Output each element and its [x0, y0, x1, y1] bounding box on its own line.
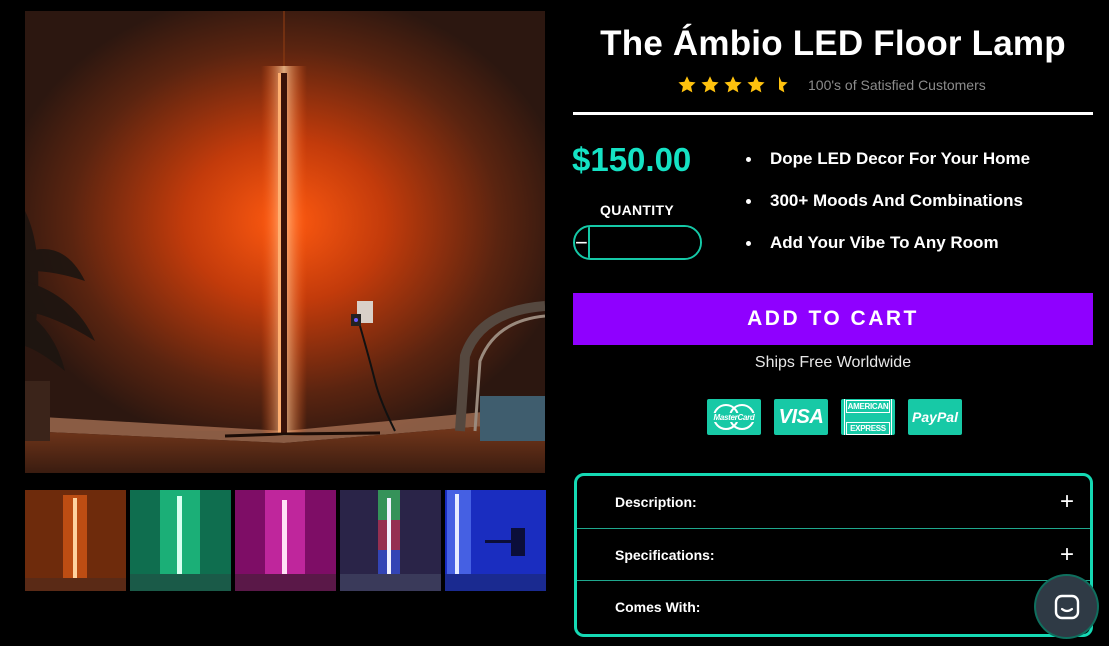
- shipping-note: Ships Free Worldwide: [754, 354, 912, 371]
- visa-label: VISA: [778, 405, 824, 428]
- paypal-label: PayPal: [912, 409, 958, 425]
- accordion-comes-with[interactable]: Comes With:: [577, 580, 1090, 632]
- accordion-label: Comes With:: [615, 598, 701, 615]
- quantity-input[interactable]: [587, 227, 700, 258]
- star-rating: [677, 75, 789, 95]
- product-price: $150.00: [572, 141, 692, 178]
- amex-icon: AMERICAN EXPRESS: [841, 399, 895, 435]
- star-full-icon: [678, 76, 696, 93]
- feature-item: Dope LED Decor For Your Home: [745, 149, 1030, 191]
- plus-icon[interactable]: +: [1060, 542, 1074, 567]
- product-title: The Ámbio LED Floor Lamp: [600, 24, 1066, 63]
- chat-icon: [1054, 594, 1079, 619]
- quantity-decrease-button[interactable]: −: [575, 227, 588, 258]
- title-divider: [573, 112, 1093, 115]
- quantity-stepper: − +: [573, 225, 702, 260]
- plus-icon[interactable]: +: [1060, 490, 1074, 514]
- thumbnail-orange[interactable]: [25, 490, 126, 591]
- quantity-label: QUANTITY: [600, 202, 674, 218]
- visa-icon: VISA: [774, 399, 828, 435]
- product-details-accordion: Description: + Specifications: + Comes W…: [574, 473, 1093, 637]
- star-half-icon: [779, 76, 788, 93]
- amex-label-line1: AMERICAN: [845, 399, 891, 413]
- mastercard-icon: MasterCard: [707, 399, 761, 435]
- accordion-specifications[interactable]: Specifications: +: [577, 528, 1090, 580]
- product-rating[interactable]: 100's of Satisfied Customers: [677, 74, 986, 96]
- thumbnail-strip: [25, 490, 546, 591]
- main-product-image[interactable]: [25, 11, 545, 473]
- mastercard-label: MasterCard: [712, 412, 756, 422]
- thumbnail-pink[interactable]: [235, 490, 336, 591]
- star-full-icon: [747, 76, 765, 93]
- star-full-icon: [724, 76, 742, 93]
- feature-list: Dope LED Decor For Your Home 300+ Moods …: [745, 149, 1030, 275]
- paypal-icon: PayPal: [908, 399, 962, 435]
- payment-methods: MasterCard VISA AMERICAN EXPRESS PayPal: [707, 399, 962, 435]
- feature-item: Add Your Vibe To Any Room: [745, 233, 1030, 275]
- feature-item: 300+ Moods And Combinations: [745, 191, 1030, 233]
- star-full-icon: [701, 76, 719, 93]
- thumbnail-blue[interactable]: [445, 490, 546, 591]
- accordion-label: Specifications:: [615, 546, 715, 563]
- add-to-cart-button[interactable]: ADD TO CART: [573, 293, 1093, 345]
- amex-label-line2: EXPRESS: [845, 421, 891, 435]
- chat-widget-button[interactable]: [1036, 576, 1097, 637]
- thumbnail-green[interactable]: [130, 490, 231, 591]
- rating-text[interactable]: 100's of Satisfied Customers: [808, 77, 986, 93]
- thumbnail-green-red-blue[interactable]: [340, 490, 441, 591]
- accordion-label: Description:: [615, 494, 697, 510]
- accordion-description[interactable]: Description: +: [577, 476, 1090, 528]
